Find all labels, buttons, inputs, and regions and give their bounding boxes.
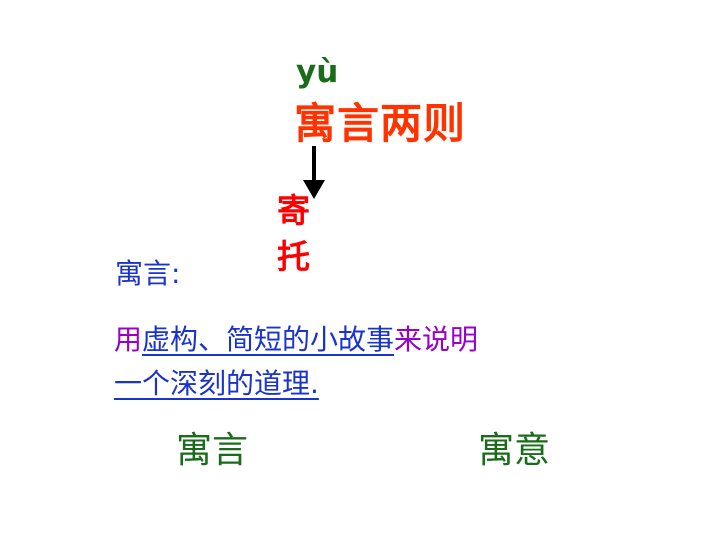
- definition-part-3: 来说明: [394, 323, 479, 356]
- definition-part-2: 虚构、简短的小故事: [142, 323, 395, 356]
- term-yuyan: 寓言: [176, 430, 249, 471]
- page-title: 寓言两则: [294, 99, 467, 148]
- definition-label: 寓言:: [115, 257, 181, 290]
- pinyin-label: yù: [296, 54, 339, 90]
- annotation-char-ji: 寄: [277, 191, 310, 230]
- definition-part-1: 用: [114, 323, 143, 356]
- term-yuyi: 寓意: [478, 430, 551, 471]
- annotation-char-tuo: 托: [277, 237, 310, 276]
- definition-text: 用虚构、简短的小故事来说明一个深刻的道理.: [114, 318, 634, 406]
- definition-part-4: 一个深刻的道理.: [114, 367, 319, 400]
